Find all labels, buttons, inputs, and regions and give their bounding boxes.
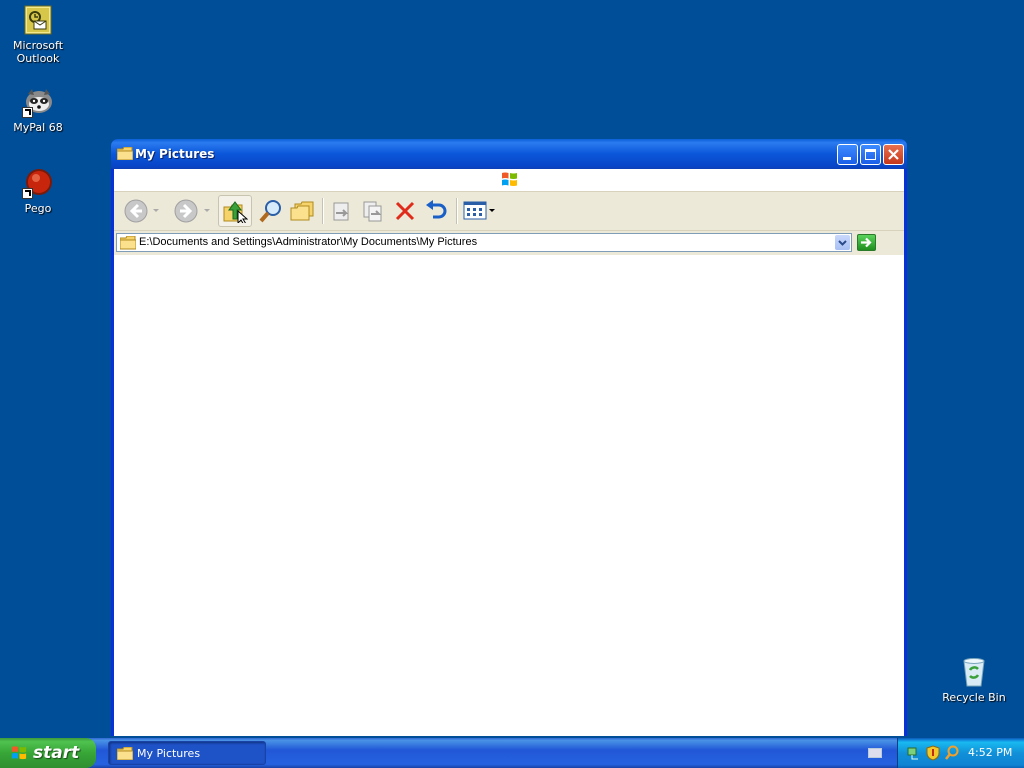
desktop-icon-label: Microsoft bbox=[12, 39, 64, 52]
maximize-button[interactable] bbox=[860, 144, 881, 165]
forward-button[interactable] bbox=[172, 195, 200, 227]
undo-button[interactable] bbox=[422, 195, 450, 227]
shortcut-arrow-icon bbox=[22, 107, 33, 118]
mypal-icon bbox=[22, 86, 54, 118]
desktop-icon-recycle-bin[interactable]: Recycle Bin bbox=[936, 656, 1012, 704]
search-button[interactable] bbox=[257, 195, 285, 227]
keyboard-icon[interactable] bbox=[868, 748, 882, 758]
network-icon[interactable] bbox=[906, 745, 922, 761]
chevron-down-icon bbox=[153, 209, 159, 212]
start-label: start bbox=[33, 743, 80, 763]
toolbar-separator bbox=[456, 198, 458, 224]
windows-logo-icon bbox=[500, 170, 519, 189]
forward-dropdown[interactable] bbox=[202, 195, 212, 227]
shortcut-arrow-icon bbox=[22, 188, 33, 199]
copy-to-button[interactable] bbox=[359, 195, 387, 227]
address-bar: E:\Documents and Settings\Administrator\… bbox=[114, 231, 904, 255]
folders-icon bbox=[290, 201, 314, 221]
maximize-icon bbox=[865, 149, 876, 160]
desktop-icon-mypal[interactable]: MyPal 68 bbox=[0, 86, 76, 134]
start-button[interactable]: start bbox=[0, 738, 96, 768]
copy-to-icon bbox=[363, 201, 382, 222]
standard-toolbar bbox=[114, 192, 904, 231]
window-title: My Pictures bbox=[135, 147, 215, 161]
pego-icon bbox=[22, 167, 54, 199]
security-shield-icon[interactable] bbox=[925, 745, 941, 761]
back-dropdown[interactable] bbox=[151, 195, 161, 227]
clock: 4:52 PM bbox=[968, 746, 1013, 759]
address-field[interactable]: E:\Documents and Settings\Administrator\… bbox=[116, 233, 852, 252]
move-to-button[interactable] bbox=[328, 195, 356, 227]
taskbar: start My Pictures 4:52 PM bbox=[0, 738, 1024, 768]
menu-bar bbox=[114, 169, 904, 192]
desktop-icon-outlook[interactable]: Microsoft Outlook bbox=[0, 4, 76, 65]
delete-icon bbox=[395, 201, 415, 221]
taskbar-item-my-pictures[interactable]: My Pictures bbox=[108, 741, 266, 765]
recycle-bin-icon bbox=[958, 656, 990, 688]
folder-content-area[interactable] bbox=[114, 255, 904, 736]
go-arrow-icon bbox=[861, 237, 872, 248]
folder-icon bbox=[116, 746, 134, 761]
address-text: E:\Documents and Settings\Administrator\… bbox=[139, 236, 478, 248]
up-folder-button[interactable] bbox=[218, 195, 252, 227]
back-icon bbox=[124, 199, 148, 223]
desktop-icon-label: Recycle Bin bbox=[942, 691, 1006, 704]
taskbar-item-label: My Pictures bbox=[137, 747, 201, 760]
up-folder-icon bbox=[223, 201, 248, 223]
system-tray: 4:52 PM bbox=[897, 738, 1024, 768]
address-dropdown-button[interactable] bbox=[835, 235, 850, 250]
window-body: E:\Documents and Settings\Administrator\… bbox=[114, 169, 904, 736]
undo-icon bbox=[426, 200, 447, 219]
folders-button[interactable] bbox=[288, 195, 316, 227]
minimize-icon bbox=[843, 157, 851, 160]
outlook-icon bbox=[22, 4, 54, 36]
back-button[interactable] bbox=[122, 195, 150, 227]
search-icon bbox=[259, 200, 281, 223]
forward-icon bbox=[174, 199, 198, 223]
desktop-icon-pego[interactable]: Pego bbox=[0, 167, 76, 215]
delete-button[interactable] bbox=[391, 195, 419, 227]
close-icon bbox=[888, 149, 899, 160]
views-button[interactable] bbox=[462, 195, 498, 227]
go-button[interactable] bbox=[857, 234, 876, 251]
toolbar-separator bbox=[322, 198, 324, 224]
explorer-window: My Pictures E:\Documents and Settings\Ad… bbox=[111, 139, 907, 736]
window-titlebar[interactable]: My Pictures bbox=[111, 139, 907, 169]
folder-icon bbox=[116, 146, 134, 161]
close-button[interactable] bbox=[883, 144, 904, 165]
folder-icon bbox=[120, 236, 136, 250]
search-icon[interactable] bbox=[944, 745, 960, 761]
minimize-button[interactable] bbox=[837, 144, 858, 165]
desktop-icon-label: Outlook bbox=[16, 52, 60, 65]
views-icon bbox=[463, 201, 495, 220]
desktop-icon-label: MyPal 68 bbox=[13, 121, 63, 134]
windows-logo-icon bbox=[10, 744, 28, 762]
chevron-down-icon bbox=[204, 209, 210, 212]
desktop-icon-label: Pego bbox=[24, 202, 52, 215]
move-to-icon bbox=[333, 202, 349, 221]
chevron-down-icon bbox=[838, 240, 847, 246]
